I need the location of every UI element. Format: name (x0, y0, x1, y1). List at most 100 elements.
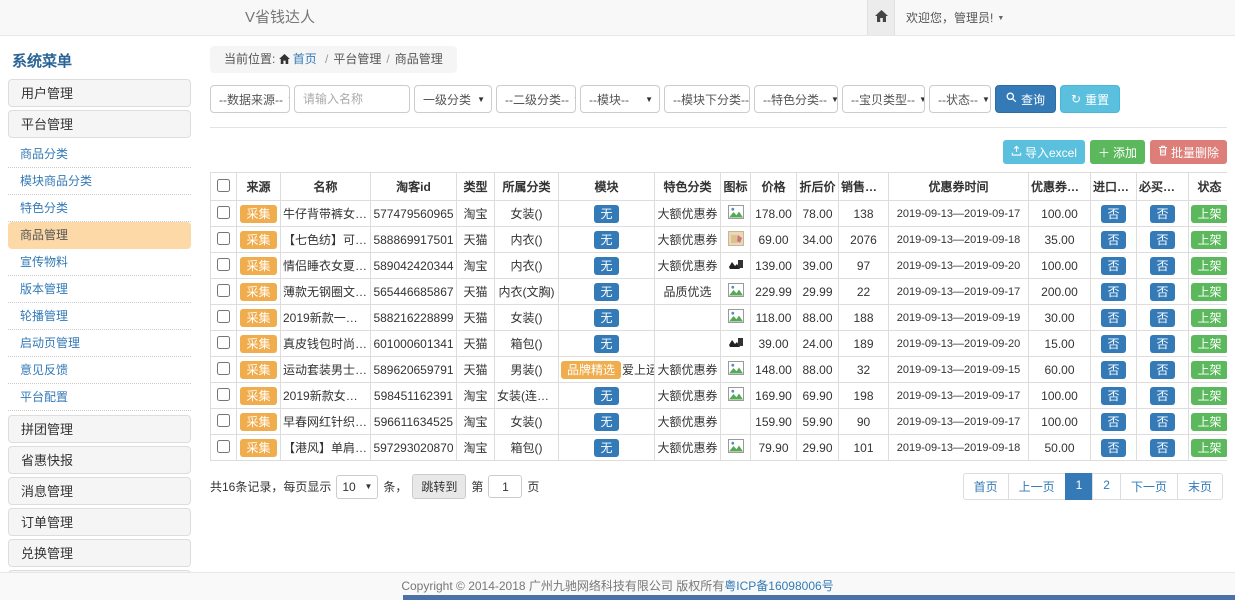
import-select-toggle[interactable]: 否 (1101, 413, 1125, 431)
filter-select-3[interactable]: --模块下分类--▼ (664, 85, 750, 113)
status-badge[interactable]: 上架 (1191, 387, 1227, 405)
select-all-checkbox[interactable] (217, 179, 230, 192)
sidebar-subitem[interactable]: 平台配置 (8, 384, 191, 411)
pager-button[interactable]: 上一页 (1008, 473, 1066, 500)
row-checkbox[interactable] (217, 388, 230, 401)
sidebar-item-after-4[interactable]: 兑换管理 (8, 539, 191, 567)
status-badge[interactable]: 上架 (1191, 335, 1227, 353)
jump-button[interactable]: 跳转到 (412, 474, 466, 499)
row-checkbox[interactable] (217, 414, 230, 427)
import-select-toggle[interactable]: 否 (1101, 231, 1125, 249)
must-buy-toggle[interactable]: 否 (1150, 387, 1174, 405)
must-buy-toggle[interactable]: 否 (1150, 309, 1174, 327)
page-number-input[interactable] (488, 475, 522, 498)
sidebar-subitem[interactable]: 版本管理 (8, 276, 191, 303)
batch-delete-button[interactable]: 批量删除 (1150, 140, 1227, 164)
reset-button[interactable]: ↻ 重置 (1060, 85, 1120, 113)
module-cell: 品牌精选爱上运动 (559, 357, 655, 383)
jump-prefix: 第 (471, 478, 483, 495)
must-buy-toggle[interactable]: 否 (1150, 439, 1174, 457)
sidebar-item-after-3[interactable]: 订单管理 (8, 508, 191, 536)
name-search-input[interactable] (294, 85, 410, 113)
filter-select-1[interactable]: --二级分类--▼ (496, 85, 576, 113)
import-select-toggle[interactable]: 否 (1101, 335, 1125, 353)
status-badge[interactable]: 上架 (1191, 257, 1227, 275)
import-select-toggle[interactable]: 否 (1101, 309, 1125, 327)
filter-select-0[interactable]: 一级分类▼ (414, 85, 492, 113)
sidebar-subitem[interactable]: 启动页管理 (8, 330, 191, 357)
row-checkbox[interactable] (217, 310, 230, 323)
filter-select-6[interactable]: --状态--▼ (929, 85, 991, 113)
pager-button[interactable]: 末页 (1177, 473, 1223, 500)
source-cell: 采集 (237, 357, 281, 383)
must-buy-toggle[interactable]: 否 (1150, 205, 1174, 223)
must-buy-toggle[interactable]: 否 (1150, 335, 1174, 353)
type-cell: 淘宝 (457, 435, 495, 461)
row-checkbox[interactable] (217, 336, 230, 349)
status-badge[interactable]: 上架 (1191, 205, 1227, 223)
sidebar-subitem[interactable]: 模块商品分类 (8, 168, 191, 195)
must-buy-toggle[interactable]: 否 (1150, 283, 1174, 301)
status-badge[interactable]: 上架 (1191, 361, 1227, 379)
filter-select-4[interactable]: --特色分类--▼ (754, 85, 838, 113)
special-category-cell: 大额优惠券 (655, 409, 721, 435)
product-thumbnail-icon (728, 442, 744, 456)
import-select-toggle[interactable]: 否 (1101, 361, 1125, 379)
filter-select-2[interactable]: --模块--▼ (580, 85, 660, 113)
sidebar-subitem[interactable]: 轮播管理 (8, 303, 191, 330)
status-badge[interactable]: 上架 (1191, 439, 1227, 457)
sidebar-item-after-0[interactable]: 拼团管理 (8, 415, 191, 443)
sidebar-item-platform-mgmt[interactable]: 平台管理 (8, 110, 191, 138)
import-select-toggle[interactable]: 否 (1101, 387, 1125, 405)
row-checkbox[interactable] (217, 440, 230, 453)
import-select-toggle[interactable]: 否 (1101, 205, 1125, 223)
row-checkbox[interactable] (217, 362, 230, 375)
status-badge[interactable]: 上架 (1191, 283, 1227, 301)
column-header: 优惠券金额 (1029, 173, 1091, 201)
query-button[interactable]: 查询 (995, 85, 1056, 113)
pager-button[interactable]: 2 (1092, 473, 1121, 500)
status-badge[interactable]: 上架 (1191, 413, 1227, 431)
sidebar-item-user-mgmt[interactable]: 用户管理 (8, 79, 191, 107)
special-category-cell: 大额优惠券 (655, 227, 721, 253)
must-buy-toggle[interactable]: 否 (1150, 413, 1174, 431)
import-select-toggle[interactable]: 否 (1101, 439, 1125, 457)
discount-price-cell: 29.99 (797, 279, 839, 305)
column-header: 来源 (237, 173, 281, 201)
status-badge[interactable]: 上架 (1191, 309, 1227, 327)
sidebar-subitem[interactable]: 商品分类 (8, 141, 191, 168)
breadcrumb-item[interactable]: 商品管理 (395, 52, 443, 66)
import-select-toggle[interactable]: 否 (1101, 283, 1125, 301)
page-size-select[interactable]: 10▼ (336, 475, 378, 499)
row-checkbox[interactable] (217, 232, 230, 245)
must-buy-toggle[interactable]: 否 (1150, 231, 1174, 249)
sidebar-subitem[interactable]: 特色分类 (8, 195, 191, 222)
row-checkbox[interactable] (217, 258, 230, 271)
add-button[interactable]: ＋ 添加 (1090, 140, 1145, 164)
icon-cell (721, 305, 751, 331)
user-menu[interactable]: 欢迎您，管理员!▼ (906, 0, 1004, 37)
sidebar-item-after-1[interactable]: 省惠快报 (8, 446, 191, 474)
sidebar-subitem[interactable]: 意见反馈 (8, 357, 191, 384)
filter-select-5[interactable]: --宝贝类型--▼ (842, 85, 925, 113)
breadcrumb-home-link[interactable]: 首页 (279, 52, 320, 66)
import-select-toggle[interactable]: 否 (1101, 257, 1125, 275)
must-buy-toggle[interactable]: 否 (1150, 361, 1174, 379)
sidebar-subitem[interactable]: 宣传物料 (8, 249, 191, 276)
must-buy-toggle[interactable]: 否 (1150, 257, 1174, 275)
row-checkbox[interactable] (217, 206, 230, 219)
home-button[interactable] (867, 0, 895, 35)
row-checkbox[interactable] (217, 284, 230, 297)
pager-button[interactable]: 1 (1065, 473, 1094, 500)
pager-button[interactable]: 首页 (963, 473, 1009, 500)
data-source-select[interactable]: --数据来源--▼ (210, 85, 290, 113)
status-badge[interactable]: 上架 (1191, 231, 1227, 249)
sidebar-item-after-2[interactable]: 消息管理 (8, 477, 191, 505)
sidebar-subitem[interactable]: 商品管理 (8, 222, 191, 249)
breadcrumb-item[interactable]: 平台管理 (333, 52, 381, 66)
import-excel-button[interactable]: 导入excel (1003, 140, 1085, 164)
module-wrap: 品牌精选爱上运动 (561, 361, 655, 379)
pager-button[interactable]: 下一页 (1120, 473, 1178, 500)
sidebar: 系统菜单 用户管理平台管理商品分类模块商品分类特色分类商品管理宣传物料版本管理轮… (8, 36, 191, 572)
icp-link[interactable]: 粤ICP备16098006号 (724, 579, 833, 593)
